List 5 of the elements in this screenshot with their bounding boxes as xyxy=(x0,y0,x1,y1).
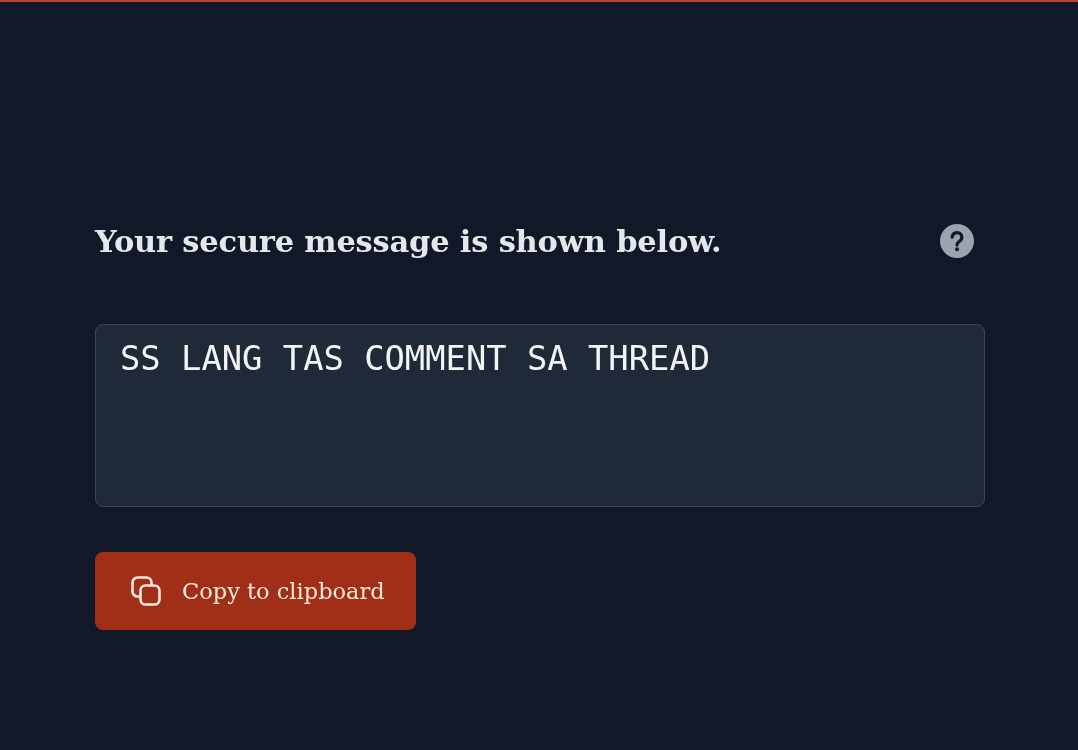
copy-icon xyxy=(131,576,161,606)
copy-button[interactable]: Copy to clipboard xyxy=(95,552,416,630)
message-field[interactable]: SS LANG TAS COMMENT SA THREAD xyxy=(95,324,985,507)
help-icon[interactable] xyxy=(940,224,974,258)
page-heading: Your secure message is shown below. xyxy=(95,223,722,259)
